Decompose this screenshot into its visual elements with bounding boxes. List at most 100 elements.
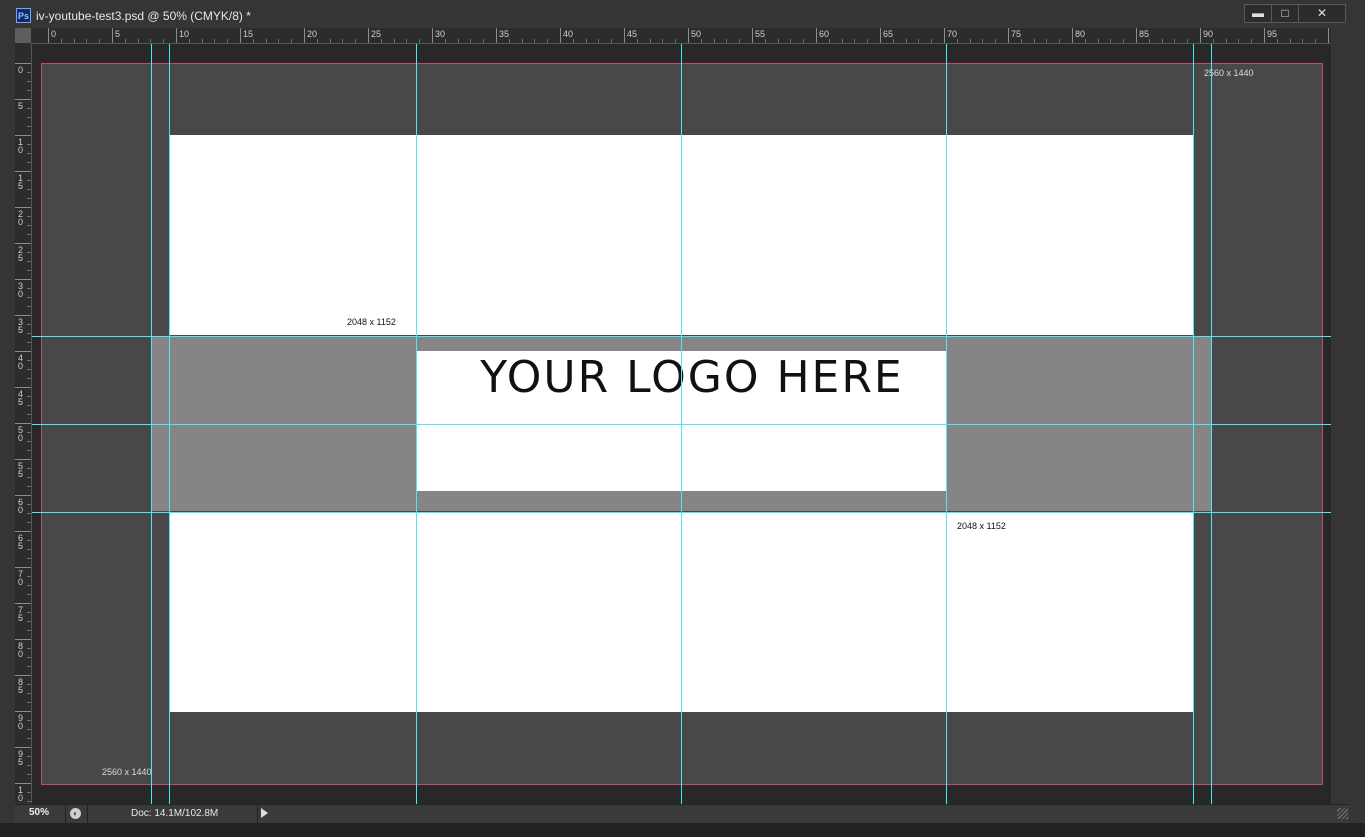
ruler-tick-label: 85 bbox=[18, 677, 24, 695]
ruler-minor-tick bbox=[1084, 39, 1086, 43]
zoom-level[interactable]: 50% bbox=[29, 807, 49, 818]
ruler-tick-label: 15 bbox=[243, 29, 254, 39]
maximize-button[interactable]: □ bbox=[1271, 4, 1299, 23]
ruler-major-tick bbox=[1264, 28, 1265, 43]
ruler-minor-tick bbox=[521, 39, 523, 43]
ruler-minor-tick bbox=[27, 486, 31, 487]
ruler-minor-tick bbox=[329, 39, 331, 43]
ruler-minor-tick bbox=[918, 39, 920, 43]
ruler-major-tick bbox=[1136, 28, 1137, 43]
ruler-minor-tick bbox=[355, 39, 357, 43]
ruler-minor-tick bbox=[585, 39, 587, 43]
ruler-minor-tick bbox=[636, 39, 638, 43]
ruler-tick-label: 5 bbox=[18, 101, 24, 111]
ruler-tick-label: 10 bbox=[18, 137, 24, 155]
ruler-minor-tick bbox=[27, 261, 31, 262]
ruler-minor-tick bbox=[969, 39, 971, 43]
status-bar: 50% ◐ Doc: 14.1M/102.8M bbox=[15, 804, 1349, 823]
ruler-major-tick bbox=[15, 99, 31, 100]
ruler-tick-label: 85 bbox=[1139, 29, 1150, 39]
ruler-tick-label: 40 bbox=[18, 353, 24, 371]
ruler-minor-tick bbox=[27, 117, 31, 118]
ruler-tick-label: 55 bbox=[18, 461, 24, 479]
ruler-tick-label: 55 bbox=[755, 29, 766, 39]
ruler-minor-tick bbox=[27, 270, 31, 271]
ruler-minor-tick bbox=[27, 414, 31, 415]
ruler-major-tick bbox=[816, 28, 817, 43]
ruler-major-tick bbox=[944, 28, 945, 43]
ruler-major-tick bbox=[15, 171, 31, 172]
ruler-minor-tick bbox=[905, 39, 907, 43]
horizontal-guide[interactable] bbox=[32, 424, 1331, 425]
close-button[interactable]: ✕ bbox=[1298, 4, 1346, 23]
ruler-minor-tick bbox=[27, 324, 31, 325]
horizontal-guide[interactable] bbox=[32, 336, 1331, 337]
ruler-minor-tick bbox=[995, 39, 997, 43]
ruler-minor-tick bbox=[27, 792, 31, 793]
ruler-minor-tick bbox=[60, 39, 62, 43]
ruler-minor-tick bbox=[406, 39, 408, 43]
ruler-minor-tick bbox=[124, 39, 126, 43]
ruler-minor-tick bbox=[27, 513, 31, 514]
ruler-tick-label: 80 bbox=[1075, 29, 1086, 39]
ruler-minor-tick bbox=[27, 738, 31, 739]
ruler-minor-tick bbox=[342, 39, 344, 43]
ruler-minor-tick bbox=[27, 90, 31, 91]
ruler-minor-tick bbox=[27, 468, 31, 469]
ruler-major-tick bbox=[176, 28, 177, 43]
ruler-major-tick bbox=[15, 459, 31, 460]
ruler-tick-label: 5 bbox=[115, 29, 121, 39]
ruler-minor-tick bbox=[27, 648, 31, 649]
ruler-major-tick bbox=[15, 783, 31, 784]
photoshop-app-icon: Ps bbox=[16, 8, 31, 23]
status-menu-arrow-icon[interactable] bbox=[261, 808, 268, 818]
ruler-minor-tick bbox=[841, 39, 843, 43]
ruler-minor-tick bbox=[27, 225, 31, 226]
ruler-major-tick bbox=[1072, 28, 1073, 43]
horizontal-ruler[interactable]: 0510152025303540455055606570758085909510 bbox=[31, 28, 1331, 44]
logo-placeholder-text: YOUR LOGO HERE bbox=[480, 352, 904, 403]
document-size-info[interactable]: Doc: 14.1M/102.8M bbox=[131, 808, 218, 819]
ruler-tick-label: 75 bbox=[1011, 29, 1022, 39]
ruler-minor-tick bbox=[291, 39, 293, 43]
ruler-minor-tick bbox=[27, 612, 31, 613]
ruler-minor-tick bbox=[444, 39, 446, 43]
ruler-major-tick bbox=[15, 243, 31, 244]
vertical-ruler[interactable]: 0 5 10 15 20 25 30 35 40 45 50 55 60 65 70 75 80 85 90 95 10 bbox=[15, 43, 32, 803]
ruler-tick-label: 20 bbox=[307, 29, 318, 39]
ruler-minor-tick bbox=[27, 234, 31, 235]
ruler-tick-label: 35 bbox=[499, 29, 510, 39]
ruler-tick-label: 65 bbox=[18, 533, 24, 551]
ruler-major-tick bbox=[1328, 28, 1329, 43]
title-bar[interactable]: Ps iv-youtube-test3.psd @ 50% (CMYK/8) *… bbox=[0, 0, 1365, 28]
canvas-area[interactable]: YOUR LOGO HERE 2560 x 1440 2560 x 1440 2… bbox=[32, 44, 1331, 804]
ruler-minor-tick bbox=[27, 585, 31, 586]
ruler-origin-corner[interactable] bbox=[15, 28, 31, 43]
ruler-minor-tick bbox=[572, 39, 574, 43]
horizontal-guide[interactable] bbox=[32, 512, 1331, 513]
ruler-minor-tick bbox=[764, 39, 766, 43]
ruler-tick-label: 50 bbox=[691, 29, 702, 39]
ruler-minor-tick bbox=[1097, 39, 1099, 43]
ruler-minor-tick bbox=[27, 144, 31, 145]
ruler-tick-label: 95 bbox=[18, 749, 24, 767]
resize-grip-icon[interactable] bbox=[1337, 808, 1348, 819]
ruler-major-tick bbox=[15, 675, 31, 676]
minimize-button[interactable]: ▬ bbox=[1244, 4, 1272, 23]
ruler-tick-label: 45 bbox=[627, 29, 638, 39]
ruler-minor-tick bbox=[27, 180, 31, 181]
ruler-minor-tick bbox=[27, 729, 31, 730]
share-icon[interactable]: ◐ bbox=[70, 808, 81, 819]
ruler-minor-tick bbox=[27, 432, 31, 433]
ruler-minor-tick bbox=[27, 252, 31, 253]
ruler-minor-tick bbox=[27, 369, 31, 370]
ruler-minor-tick bbox=[1212, 39, 1214, 43]
ruler-minor-tick bbox=[27, 801, 31, 802]
ruler-minor-tick bbox=[662, 39, 664, 43]
ruler-minor-tick bbox=[931, 39, 933, 43]
ruler-minor-tick bbox=[1187, 39, 1189, 43]
ruler-minor-tick bbox=[27, 774, 31, 775]
workspace-background bbox=[0, 823, 1365, 837]
ruler-minor-tick bbox=[1225, 39, 1227, 43]
ruler-major-tick bbox=[15, 567, 31, 568]
